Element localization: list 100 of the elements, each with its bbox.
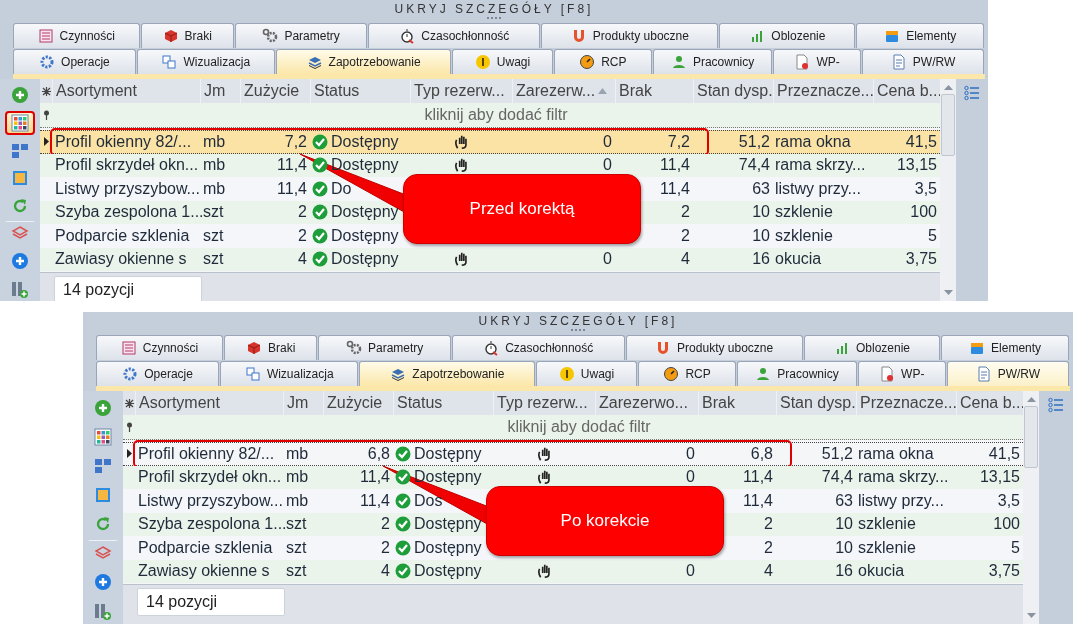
layers-icon [390,366,407,382]
tab[interactable]: Braki [223,335,318,360]
tab[interactable]: Produkty uboczne [541,23,719,48]
tab[interactable]: Uwagi [452,49,553,74]
tab[interactable]: Parametry [234,23,368,48]
list-view-icon[interactable] [1048,397,1064,413]
table-cell-text: 7,2 [283,132,308,151]
tab[interactable]: WP- [857,361,946,386]
table-cell-text: 11,4 [276,156,308,175]
scroll-down-icon[interactable] [1026,613,1036,618]
layers-icon [11,223,29,242]
table-cell-text: Profil skrzydeł okn... [54,156,200,175]
check-icon [312,251,328,268]
tab[interactable]: RCP [553,49,652,74]
table-cell-text: Zawiasy okienne s [137,562,271,581]
item-count: 14 pozycji [54,276,202,301]
tab[interactable]: Braki [140,23,234,48]
table-cell-text: 13,15 [978,468,1021,487]
table-cell-text: 16 [751,250,771,269]
tab[interactable]: Zapotrzebowanie [275,49,452,74]
toolbar-button[interactable] [5,110,35,136]
table-cell-text: Profil skrzydeł okn... [137,468,283,487]
tab[interactable]: PW/RW [946,361,1069,386]
table-cell-text: 11,4 [742,491,774,510]
table-cell-text: rama okna [774,132,852,151]
tab[interactable]: PW/RW [862,49,984,74]
tab[interactable]: Operacje [96,361,220,386]
filter-hint[interactable]: kliknij aby dodać filtr [424,106,568,123]
tab[interactable]: Oblozenie [719,23,856,48]
filter-hint[interactable]: kliknij aby dodać filtr [507,418,651,435]
table-cell-text: Szyba zespolona 1... [137,515,283,534]
gear-icon [122,366,139,382]
tab[interactable]: Operacje [13,49,136,74]
table-row[interactable]: Profil okienny 82/... mb 6,8 Dostępny 0 6,8 51,2 rama okna 41,5 [123,442,1023,466]
hide-details-button[interactable]: UKRYJ SZCZEGÓŁY [F8] [394,2,594,16]
add-icon [94,573,112,591]
tab[interactable]: Pracownicy [653,49,773,74]
columns-add-icon [94,602,112,620]
cube-icon [245,340,262,356]
table-cell-text: szklenie [774,226,834,245]
stopwatch-icon [399,28,416,44]
table-cell-text: rama skrzy... [857,468,950,487]
table-cell-text: mb [202,179,227,198]
table-cell-text: 100 [909,203,938,222]
tab[interactable]: Pracownicy [737,361,857,386]
table-cell-text: 13,15 [895,156,938,175]
list-icon [120,340,137,356]
table-cell-text: 2 [380,515,391,534]
gear-icon [39,54,56,70]
check-icon [395,445,411,462]
gear-icon [262,28,279,44]
table-cell-text: 10 [751,203,771,222]
table-cell-text: 5 [1010,538,1021,557]
check-icon [312,180,328,197]
table-row[interactable]: Zawiasy okienne s szt 4 Dostępny 0 4 16 okucia 3,75 [40,247,940,271]
table-cell-text: 100 [992,515,1021,534]
scroll-up-icon[interactable] [1026,397,1036,402]
tab[interactable]: Wizualizacja [136,49,275,74]
table-row[interactable]: Zawiasy okienne s szt 4 Dostępny 0 4 16 okucia 3,75 [123,559,1023,583]
scroll-up-icon[interactable] [943,85,953,90]
hide-details-button[interactable]: UKRYJ SZCZEGÓŁY [F8] [478,314,678,328]
tab[interactable]: Zapotrzebowanie [359,361,536,386]
tab[interactable]: WP- [773,49,862,74]
table-cell-text: 3,75 [904,250,938,269]
current-row-icon [43,137,49,147]
tab[interactable]: Czynności [96,335,223,360]
table-cell-text: 6,8 [366,444,391,463]
table-cell-text: szt [285,562,308,581]
tab[interactable]: Czasochłonność [451,335,625,360]
table-row[interactable]: Profil okienny 82/... mb 7,2 Dostępny 0 7,2 51,2 rama okna 41,5 [40,130,940,154]
check-icon [312,227,328,244]
table-cell-text: 3,5 [913,179,938,198]
stack-icon [884,28,901,44]
table-cell-text: 11,4 [659,156,691,175]
table-cell-text: 16 [834,562,854,581]
tab[interactable]: RCP [637,361,737,386]
list-view-icon[interactable] [964,85,980,101]
tab[interactable]: Czynności [13,23,140,48]
table-cell-text: szt [202,226,225,245]
scroll-down-icon[interactable] [943,290,953,295]
tab[interactable]: Elementy [941,335,1069,360]
status-text: Dostępny [414,444,482,463]
table-cell-text: Podparcie szklenia [54,226,191,245]
tab[interactable]: Elementy [856,23,984,48]
table-cell-text: 11,4 [659,179,691,198]
status-text: Dostępny [414,538,482,557]
tab[interactable]: Wizualizacja [220,361,359,386]
tab[interactable]: Oblozenie [803,335,941,360]
scrollbar[interactable] [1023,391,1039,624]
table-cell-text: szklenie [857,538,917,557]
list-icon [37,28,54,44]
scrollbar-thumb[interactable] [941,94,955,156]
table-cell-text: 11,4 [359,468,391,487]
tab[interactable]: Czasochłonność [368,23,541,48]
scrollbar[interactable] [940,79,956,301]
table-cell-text: 11,4 [276,179,308,198]
tab[interactable]: Parametry [318,335,451,360]
scrollbar-thumb[interactable] [1024,406,1038,468]
tab[interactable]: Produkty uboczne [625,335,803,360]
tab[interactable]: Uwagi [536,361,637,386]
